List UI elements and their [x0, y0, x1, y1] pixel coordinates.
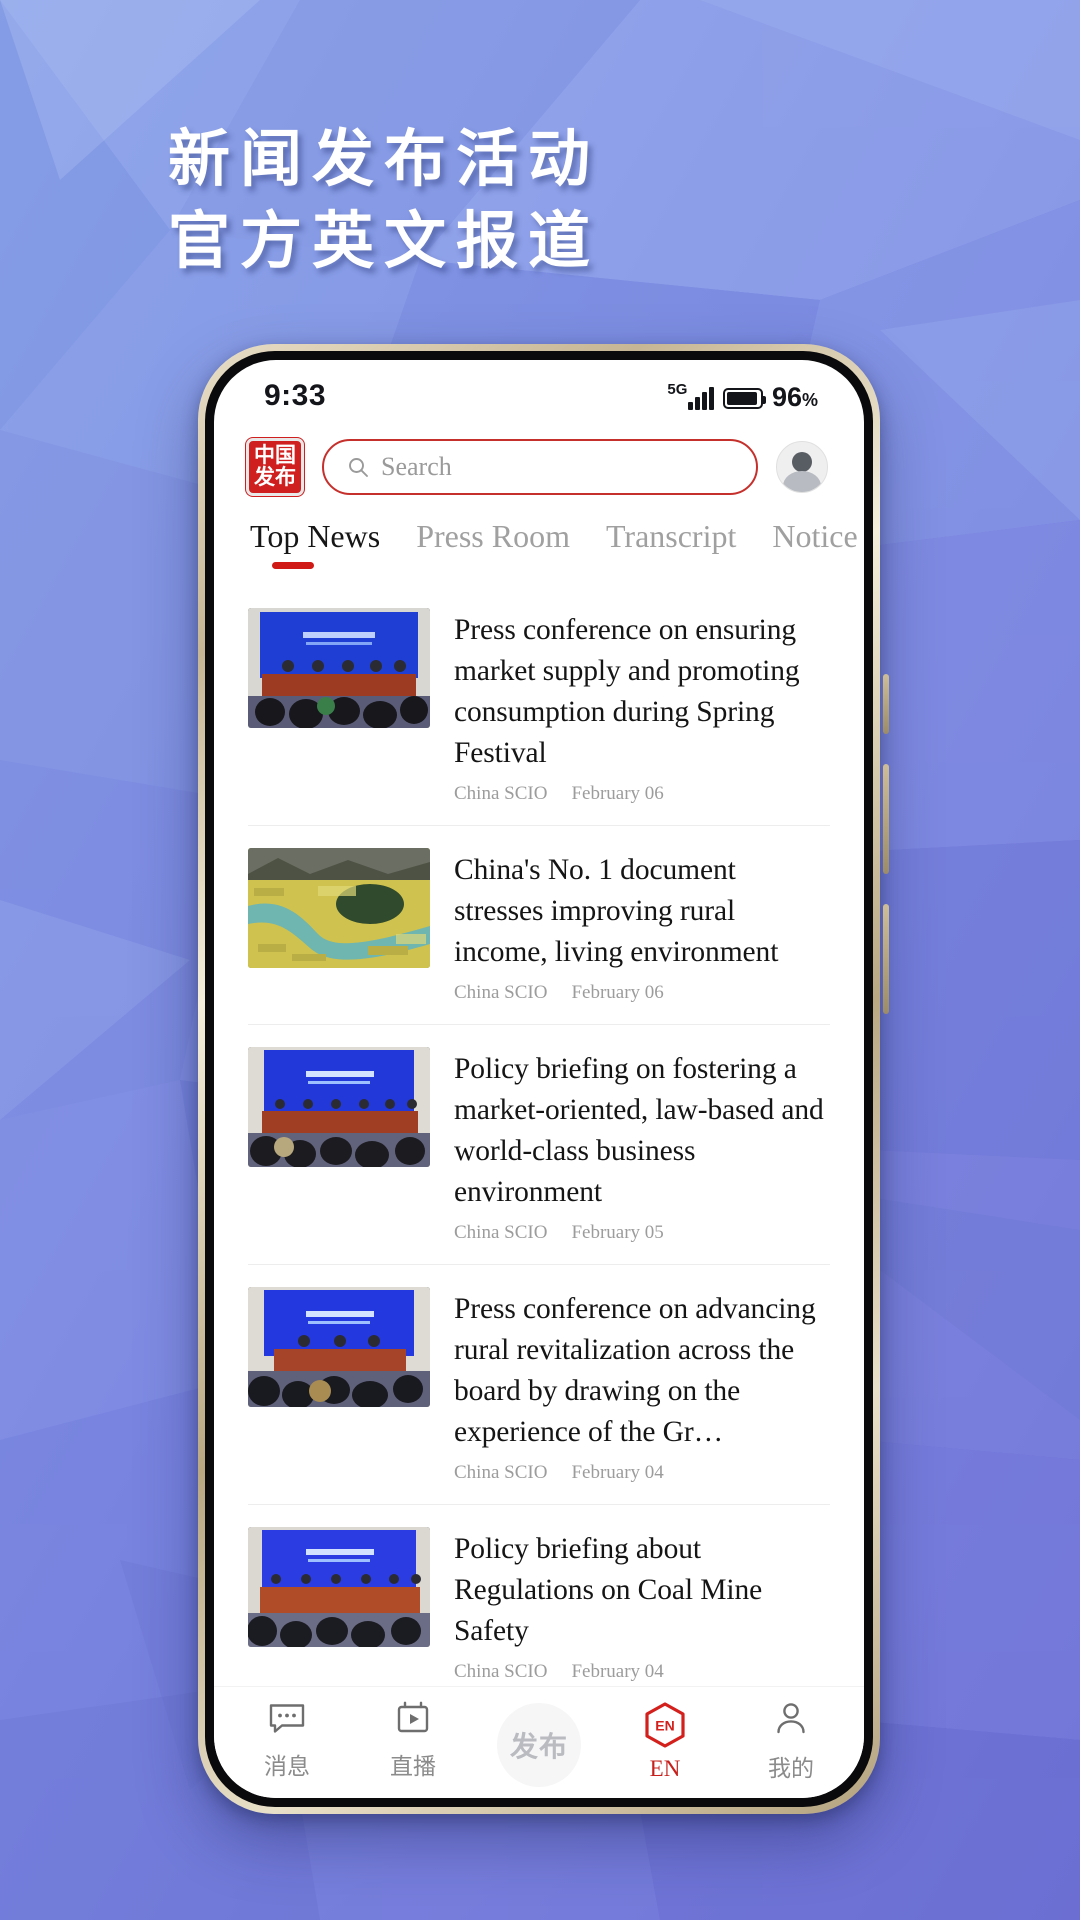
news-title: Policy briefing about Regulations on Coa… [454, 1533, 763, 1647]
percent-sign: % [801, 390, 818, 410]
nav-item-messages[interactable]: 消息 [228, 1701, 346, 1781]
signal-strength-bars [688, 386, 714, 410]
news-feed[interactable]: Press conference on ensuring market supp… [214, 586, 864, 1686]
svg-text:EN: EN [655, 1718, 674, 1734]
news-title: Press conference on advancing rural revi… [454, 1293, 816, 1448]
nav-item-en[interactable]: EN EN [606, 1701, 724, 1782]
phone-mockup: 9:33 5G 96% 中国 发布 Search Top News Press … [198, 344, 889, 1814]
battery-percent-value: 96 [771, 382, 802, 412]
news-list-item[interactable]: China's No. 1 document stresses improvin… [248, 826, 830, 1025]
news-meta: China SCIO February 04 [454, 1661, 830, 1683]
phone-screen: 9:33 5G 96% 中国 发布 Search Top News Press … [214, 360, 864, 1798]
news-meta: China SCIO February 04 [454, 1462, 830, 1484]
nav-item-publish[interactable]: 发布 [480, 1701, 598, 1787]
nav-label-en: EN [649, 1756, 681, 1781]
headline-line-2: 官方英文报道 [168, 207, 601, 276]
bottom-navigation-bar: 消息 直播 发布 EN EN 我的 [214, 1686, 864, 1798]
news-thumbnail [248, 1287, 430, 1407]
nav-item-live[interactable]: 直播 [354, 1701, 472, 1781]
app-header: 中国 发布 Search [214, 424, 864, 510]
phone-side-button-top[interactable] [883, 674, 889, 734]
message-bubble-icon [268, 1701, 306, 1740]
status-time: 9:33 [264, 379, 327, 412]
news-source: China SCIO [454, 783, 548, 804]
app-logo-line-1: 中国 [254, 443, 296, 468]
en-language-icon: EN [643, 1701, 687, 1749]
tab-press-room[interactable]: Press Room [416, 518, 570, 569]
category-tabs: Top News Press Room Transcript Notice [214, 510, 864, 586]
news-source: China SCIO [454, 982, 548, 1003]
news-thumbnail [248, 1047, 430, 1167]
battery-icon [722, 388, 766, 409]
news-list-item[interactable]: Policy briefing about Regulations on Coa… [248, 1505, 830, 1686]
news-date: February 06 [571, 783, 664, 804]
app-logo-line-2: 发布 [254, 465, 296, 489]
news-list-item[interactable]: Policy briefing on fostering a market-or… [248, 1025, 830, 1265]
news-date: February 04 [571, 1661, 664, 1682]
news-title: Press conference on ensuring market supp… [454, 614, 800, 769]
nav-label-profile: 我的 [768, 1756, 814, 1781]
news-list-item[interactable]: Press conference on ensuring market supp… [248, 586, 830, 826]
status-bar: 9:33 5G 96% [214, 360, 864, 424]
status-indicators: 5G 96% [667, 382, 818, 411]
news-title: Policy briefing on fostering a market-or… [454, 1053, 824, 1208]
news-meta: China SCIO February 06 [454, 783, 830, 805]
news-content: Press conference on advancing rural revi… [454, 1287, 830, 1484]
news-thumbnail [248, 608, 430, 728]
search-placeholder: Search [381, 452, 452, 481]
battery-percent: 96% [772, 384, 818, 411]
tab-top-news[interactable]: Top News [250, 518, 380, 569]
news-content: Policy briefing on fostering a market-or… [454, 1047, 830, 1244]
search-input[interactable]: Search [322, 439, 758, 495]
news-list-item[interactable]: Press conference on advancing rural revi… [248, 1265, 830, 1505]
signal-bars-icon: 5G [667, 382, 714, 410]
headline-line-1: 新闻发布活动 [168, 126, 601, 194]
news-thumbnail [248, 1527, 430, 1647]
user-avatar-icon[interactable] [776, 441, 828, 493]
phone-volume-up-button[interactable] [883, 764, 889, 874]
news-source: China SCIO [454, 1661, 548, 1682]
news-date: February 06 [571, 982, 664, 1003]
person-icon [773, 1701, 809, 1742]
news-date: February 05 [571, 1222, 664, 1243]
publish-button-icon[interactable]: 发布 [497, 1703, 581, 1787]
tab-notice[interactable]: Notice [772, 518, 857, 569]
news-title: China's No. 1 document stresses improvin… [454, 854, 779, 968]
app-logo-icon[interactable]: 中国 发布 [246, 438, 304, 496]
phone-bezel: 9:33 5G 96% 中国 发布 Search Top News Press … [205, 351, 873, 1807]
news-source: China SCIO [454, 1462, 548, 1483]
news-meta: China SCIO February 06 [454, 982, 830, 1004]
nav-item-profile[interactable]: 我的 [732, 1701, 850, 1783]
news-meta: China SCIO February 05 [454, 1222, 830, 1244]
news-source: China SCIO [454, 1222, 548, 1243]
news-thumbnail [248, 848, 430, 968]
news-date: February 04 [571, 1462, 664, 1483]
network-type-label: 5G [667, 381, 688, 398]
news-content: Policy briefing about Regulations on Coa… [454, 1527, 830, 1683]
live-broadcast-icon [395, 1701, 431, 1740]
poster-headline: 新闻发布活动 官方英文报道 [168, 120, 600, 284]
news-content: China's No. 1 document stresses improvin… [454, 848, 830, 1004]
tab-transcript[interactable]: Transcript [606, 518, 736, 569]
search-icon [346, 455, 370, 479]
nav-label-live: 直播 [390, 1754, 436, 1779]
news-content: Press conference on ensuring market supp… [454, 608, 830, 805]
phone-volume-down-button[interactable] [883, 904, 889, 1014]
nav-label-messages: 消息 [264, 1754, 310, 1779]
